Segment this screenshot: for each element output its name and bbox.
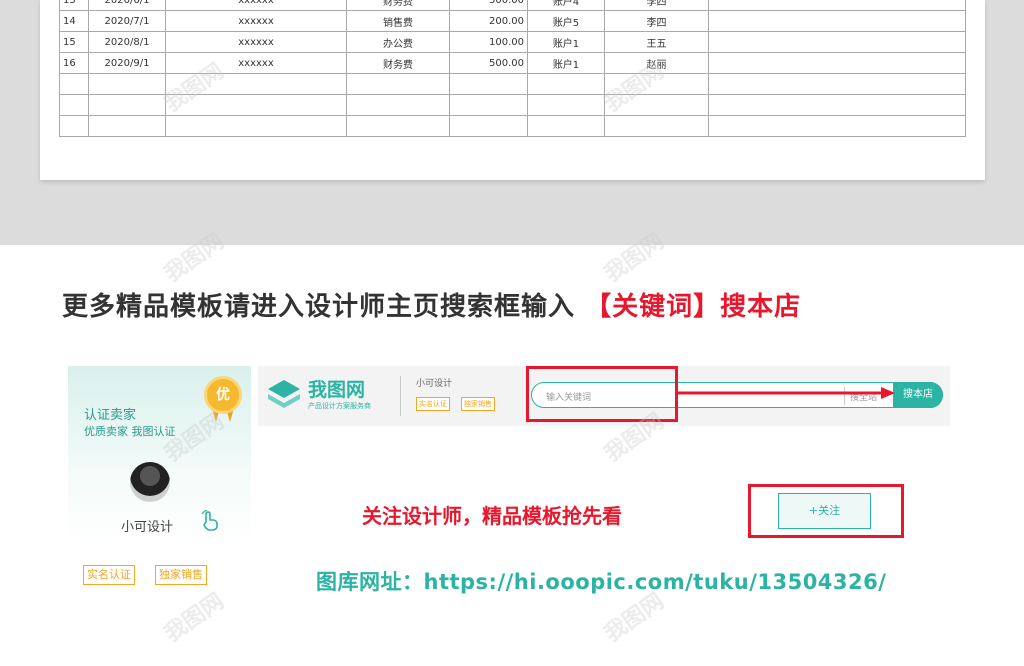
avatar[interactable] bbox=[130, 462, 170, 502]
verified-tag: 实名认证 bbox=[83, 565, 135, 585]
table-cell[interactable]: xxxxxx bbox=[165, 31, 347, 53]
header-verified-tag: 实名认证 bbox=[416, 397, 450, 411]
table-cell[interactable] bbox=[165, 115, 347, 137]
logo-subtitle: 产品设计方案服务商 bbox=[308, 402, 371, 410]
table-cell[interactable]: 赵丽 bbox=[604, 52, 709, 74]
follow-prompt: 关注设计师，精品模板抢先看 bbox=[362, 504, 622, 528]
spreadsheet-page: 13 2020/6/1 xxxxxx 财务费 500.00 账户4 李四 14 2020/7/1… bbox=[40, 0, 985, 180]
table-cell[interactable] bbox=[346, 73, 450, 95]
table-cell[interactable]: 账户5 bbox=[527, 10, 605, 32]
table-cell[interactable]: xxxxxx bbox=[165, 0, 347, 11]
document-background: 13 2020/6/1 xxxxxx 财务费 500.00 账户4 李四 14 2020/7/1… bbox=[0, 0, 1024, 245]
logo-text[interactable]: 我图网 bbox=[308, 375, 365, 402]
headline-main: 更多精品模板请进入设计师主页搜索框输入 bbox=[62, 292, 576, 322]
table-cell[interactable] bbox=[165, 94, 347, 116]
table-cell[interactable]: 15 bbox=[59, 31, 89, 53]
table-row: 13 2020/6/1 xxxxxx 财务费 500.00 账户4 李四 bbox=[59, 0, 966, 11]
search-shop-button[interactable]: 搜本店 bbox=[893, 382, 943, 408]
table-cell[interactable] bbox=[165, 73, 347, 95]
table-cell[interactable]: 2020/8/1 bbox=[88, 31, 166, 53]
table-cell[interactable]: 14 bbox=[59, 10, 89, 32]
logo-icon bbox=[268, 380, 300, 408]
seller-name[interactable]: 小可设计 bbox=[121, 516, 173, 535]
table-cell[interactable] bbox=[527, 73, 605, 95]
shop-name[interactable]: 小可设计 bbox=[416, 376, 452, 389]
table-cell[interactable] bbox=[59, 94, 89, 116]
table-cell[interactable]: 财务费 bbox=[346, 0, 450, 11]
table-cell[interactable]: 财务费 bbox=[346, 52, 450, 74]
seller-subtitle: 优质卖家 我图认证 bbox=[84, 425, 176, 438]
table-cell[interactable]: 销售费 bbox=[346, 10, 450, 32]
table-cell[interactable] bbox=[449, 115, 528, 137]
table-cell[interactable] bbox=[88, 94, 166, 116]
seller-title: 认证卖家 bbox=[84, 408, 137, 423]
table-row bbox=[59, 94, 966, 116]
table-cell[interactable] bbox=[449, 94, 528, 116]
table-cell[interactable] bbox=[88, 115, 166, 137]
table-cell[interactable] bbox=[59, 115, 89, 137]
arrow-right-icon bbox=[677, 387, 895, 399]
table-cell[interactable]: 账户1 bbox=[527, 31, 605, 53]
exclusive-tag: 独家销售 bbox=[155, 565, 207, 585]
table-cell[interactable] bbox=[708, 31, 966, 53]
table-cell[interactable] bbox=[708, 73, 966, 95]
watermark-text: 我图网 bbox=[160, 588, 229, 648]
table-cell[interactable]: 2020/9/1 bbox=[88, 52, 166, 74]
table-row: 14 2020/7/1 xxxxxx 销售费 200.00 账户5 李四 bbox=[59, 10, 966, 32]
table-cell[interactable] bbox=[527, 94, 605, 116]
table-cell[interactable]: 账户1 bbox=[527, 52, 605, 74]
table-cell[interactable] bbox=[708, 94, 966, 116]
table-cell[interactable] bbox=[346, 94, 450, 116]
table-cell[interactable]: 200.00 bbox=[449, 10, 528, 32]
pointer-hand-icon bbox=[201, 510, 218, 531]
table-cell[interactable] bbox=[59, 73, 89, 95]
table-cell[interactable]: 100.00 bbox=[449, 31, 528, 53]
table-cell[interactable] bbox=[604, 73, 709, 95]
table-row bbox=[59, 115, 966, 137]
table-row bbox=[59, 73, 966, 95]
table-cell[interactable]: 办公费 bbox=[346, 31, 450, 53]
header-exclusive-tag: 独家销售 bbox=[461, 397, 495, 411]
table-cell[interactable]: 李四 bbox=[604, 10, 709, 32]
search-highlight-box bbox=[526, 366, 678, 422]
table-cell[interactable] bbox=[449, 73, 528, 95]
table-cell[interactable]: 王五 bbox=[604, 31, 709, 53]
table-cell[interactable] bbox=[346, 115, 450, 137]
table-cell[interactable]: 李四 bbox=[604, 0, 709, 11]
table-row: 16 2020/9/1 xxxxxx 财务费 500.00 账户1 赵丽 bbox=[59, 52, 966, 74]
table-cell[interactable]: 13 bbox=[59, 0, 89, 11]
table-cell[interactable]: 500.00 bbox=[449, 52, 528, 74]
table-cell[interactable] bbox=[88, 73, 166, 95]
table-cell[interactable] bbox=[604, 115, 709, 137]
table-cell[interactable]: 500.00 bbox=[449, 0, 528, 11]
medal-badge-icon: 优 bbox=[204, 376, 242, 414]
follow-button[interactable]: +关注 bbox=[778, 493, 871, 529]
table-cell[interactable]: 2020/7/1 bbox=[88, 10, 166, 32]
header-divider bbox=[400, 376, 401, 416]
table-cell[interactable]: 2020/6/1 bbox=[88, 0, 166, 11]
headline-highlight: 【关键词】搜本店 bbox=[585, 292, 802, 322]
table-cell[interactable]: xxxxxx bbox=[165, 10, 347, 32]
gallery-url[interactable]: 图库网址：https://hi.ooopic.com/tuku/13504326… bbox=[316, 566, 886, 596]
seller-card: 认证卖家 优质卖家 我图认证 优 小可设计 bbox=[68, 366, 251, 542]
table-cell[interactable] bbox=[708, 0, 966, 11]
table-cell[interactable] bbox=[708, 10, 966, 32]
table-cell[interactable]: 账户4 bbox=[527, 0, 605, 11]
table-cell[interactable] bbox=[527, 115, 605, 137]
table-cell[interactable] bbox=[604, 94, 709, 116]
promo-headline: 更多精品模板请进入设计师主页搜索框输入 【关键词】搜本店 bbox=[62, 286, 801, 323]
table-cell[interactable]: xxxxxx bbox=[165, 52, 347, 74]
expense-table: 13 2020/6/1 xxxxxx 财务费 500.00 账户4 李四 14 2020/7/1… bbox=[59, 0, 966, 137]
table-cell[interactable] bbox=[708, 52, 966, 74]
table-cell[interactable]: 16 bbox=[59, 52, 89, 74]
table-cell[interactable] bbox=[708, 115, 966, 137]
table-row: 15 2020/8/1 xxxxxx 办公费 100.00 账户1 王五 bbox=[59, 31, 966, 53]
